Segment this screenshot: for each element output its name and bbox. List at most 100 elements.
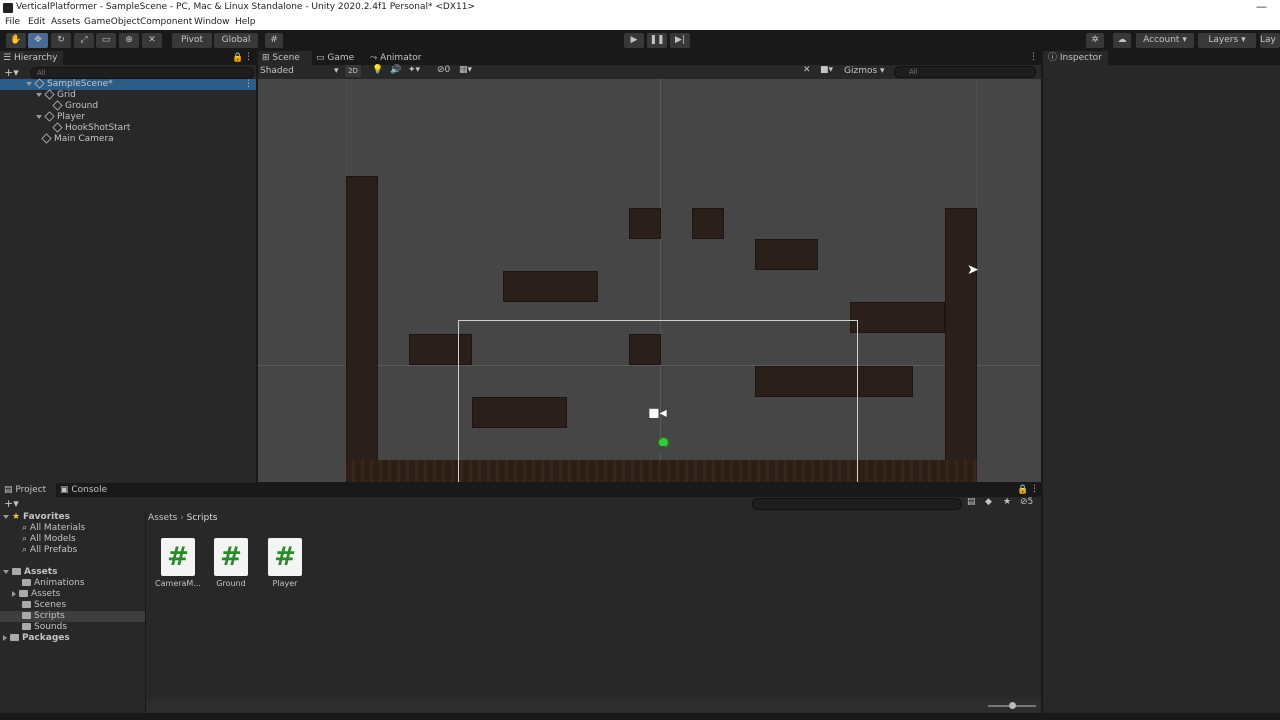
- scene-search-input[interactable]: All: [894, 66, 1036, 78]
- expand-icon[interactable]: [3, 634, 7, 641]
- lock-icon[interactable]: 🔒: [232, 53, 243, 63]
- hidden-packages-icon[interactable]: ⊘5: [1020, 497, 1033, 507]
- folder-item-sounds[interactable]: Sounds: [0, 622, 67, 633]
- lighting-icon[interactable]: 💡: [372, 65, 383, 75]
- breadcrumb-assets[interactable]: Assets: [148, 513, 177, 523]
- hierarchy-search-input[interactable]: All: [30, 67, 254, 79]
- favorites-item[interactable]: ⌕ All Materials: [0, 523, 85, 534]
- hierarchy-item-main-camera[interactable]: Main Camera: [0, 133, 114, 145]
- pivot-toggle[interactable]: Pivot: [172, 33, 212, 48]
- folder-label: Assets: [31, 589, 61, 599]
- more-menu-icon[interactable]: ⋮: [1030, 484, 1039, 494]
- menu-assets[interactable]: Assets: [51, 17, 80, 27]
- hand-tool-icon[interactable]: ✋: [6, 33, 26, 48]
- expand-icon[interactable]: [3, 514, 9, 519]
- layers-dropdown[interactable]: Layers ▾: [1198, 33, 1256, 48]
- file-item[interactable]: #: [214, 538, 248, 576]
- project-footer: [146, 699, 1041, 713]
- tab-hierarchy[interactable]: ☰ Hierarchy: [0, 51, 63, 65]
- expand-icon[interactable]: [12, 590, 16, 597]
- assets-section[interactable]: Assets: [0, 567, 57, 578]
- favorites-item[interactable]: ⌕ All Models: [0, 534, 76, 545]
- global-toggle[interactable]: Global: [214, 33, 258, 48]
- account-dropdown[interactable]: Account ▾: [1136, 33, 1194, 48]
- minimize-icon[interactable]: —: [1256, 0, 1267, 13]
- menu-help[interactable]: Help: [235, 17, 256, 27]
- file-item[interactable]: #: [161, 538, 195, 576]
- folder-item-animations[interactable]: Animations: [0, 578, 85, 589]
- more-menu-icon[interactable]: ⋮: [1029, 52, 1038, 62]
- expand-icon[interactable]: [26, 81, 32, 86]
- play-button-icon[interactable]: ▶: [624, 33, 644, 48]
- menu-edit[interactable]: Edit: [28, 17, 45, 27]
- tab-console[interactable]: ▣ Console: [60, 483, 110, 497]
- favorites-star-icon[interactable]: ★: [1003, 497, 1011, 507]
- hidden-objects-toggle[interactable]: ⊘0: [437, 65, 450, 75]
- tab-inspector[interactable]: ⓘ Inspector: [1043, 51, 1108, 65]
- expand-icon[interactable]: [36, 92, 42, 97]
- folder-icon: [22, 579, 31, 586]
- tab-game[interactable]: ▭ Game: [316, 51, 362, 65]
- effects-icon[interactable]: ✦▾: [408, 65, 420, 75]
- packages-section[interactable]: Packages: [0, 633, 70, 644]
- tools-icon[interactable]: ✕: [803, 65, 811, 75]
- project-search-input[interactable]: [752, 498, 962, 510]
- hierarchy-item-grid[interactable]: Grid: [0, 89, 76, 101]
- hierarchy-item-label: Grid: [57, 90, 76, 100]
- rotate-tool-icon[interactable]: ↻: [51, 33, 71, 48]
- favorites-section[interactable]: ★ Favorites: [0, 512, 70, 523]
- hierarchy-item-hookshotstart[interactable]: HookShotStart: [0, 122, 130, 134]
- lock-icon[interactable]: 🔒: [1017, 485, 1028, 495]
- create-asset-icon[interactable]: +▾: [4, 497, 19, 510]
- 2d-toggle[interactable]: 2D: [345, 65, 361, 77]
- rect-tool-icon[interactable]: ▭: [96, 33, 116, 48]
- add-object-icon[interactable]: +▾: [4, 66, 19, 79]
- scene-search-placeholder: All: [909, 68, 918, 76]
- audio-icon[interactable]: 🔊: [390, 65, 401, 75]
- menu-window[interactable]: Window: [194, 17, 230, 27]
- hierarchy-item-player[interactable]: Player: [0, 111, 85, 123]
- tab-scene[interactable]: ⊞ Scene: [258, 51, 312, 65]
- menu-file[interactable]: File: [5, 17, 20, 27]
- grid-snap-icon[interactable]: #: [265, 33, 283, 48]
- csharp-script-icon: #: [268, 538, 302, 576]
- favorites-item[interactable]: ⌕ All Prefabs: [0, 545, 77, 556]
- breadcrumb-scripts[interactable]: Scripts: [187, 513, 218, 523]
- folder-item-scripts[interactable]: Scripts: [0, 611, 146, 622]
- custom-tool-icon[interactable]: ✕: [142, 33, 162, 48]
- move-tool-icon[interactable]: ✥: [28, 33, 48, 48]
- search-by-label-icon[interactable]: ◆: [985, 497, 992, 507]
- menu-component[interactable]: Component: [140, 17, 192, 27]
- camera-options-icon[interactable]: ■▾: [820, 65, 833, 75]
- platform-tile: [692, 208, 724, 239]
- icon-size-slider-thumb[interactable]: [1009, 702, 1016, 709]
- gizmos-dropdown[interactable]: Gizmos ▾: [844, 66, 885, 76]
- hierarchy-item-samplescene[interactable]: SampleScene* ⋮: [0, 78, 256, 90]
- more-menu-icon[interactable]: ⋮: [244, 52, 253, 62]
- expand-icon[interactable]: [36, 114, 42, 119]
- splitter[interactable]: [145, 511, 146, 713]
- hierarchy-item-label: Ground: [65, 101, 99, 111]
- camera-gizmo-icon[interactable]: ◼◂: [648, 405, 667, 421]
- expand-icon[interactable]: [3, 569, 9, 574]
- tab-animator[interactable]: ⤳ Animator: [370, 51, 430, 65]
- more-menu-icon[interactable]: ⋮: [244, 79, 253, 90]
- transform-tool-icon[interactable]: ⊕: [119, 33, 139, 48]
- step-button-icon[interactable]: ▶|: [670, 33, 690, 48]
- collab-icon[interactable]: ✲: [1086, 33, 1104, 48]
- search-by-type-icon[interactable]: ▤: [967, 497, 976, 507]
- grid-options-icon[interactable]: ▦▾: [459, 65, 472, 75]
- cloud-icon[interactable]: ☁: [1113, 33, 1131, 48]
- folder-item-scenes[interactable]: Scenes: [0, 600, 66, 611]
- menu-gameobject[interactable]: GameObject: [84, 17, 140, 27]
- pause-button-icon[interactable]: ❚❚: [647, 33, 667, 48]
- layout-dropdown[interactable]: Lay: [1260, 33, 1280, 48]
- shading-mode-dropdown[interactable]: Shaded ▾: [260, 66, 340, 76]
- hierarchy-item-label: Main Camera: [54, 134, 114, 144]
- scale-tool-icon[interactable]: ⤢: [74, 33, 94, 48]
- scene-viewport[interactable]: ◼◂ ➤: [258, 79, 1041, 482]
- shading-mode-label: Shaded: [260, 66, 294, 76]
- file-item[interactable]: #: [268, 538, 302, 576]
- folder-item-assets[interactable]: Assets: [0, 589, 60, 600]
- tab-project[interactable]: ▤ Project: [0, 483, 56, 497]
